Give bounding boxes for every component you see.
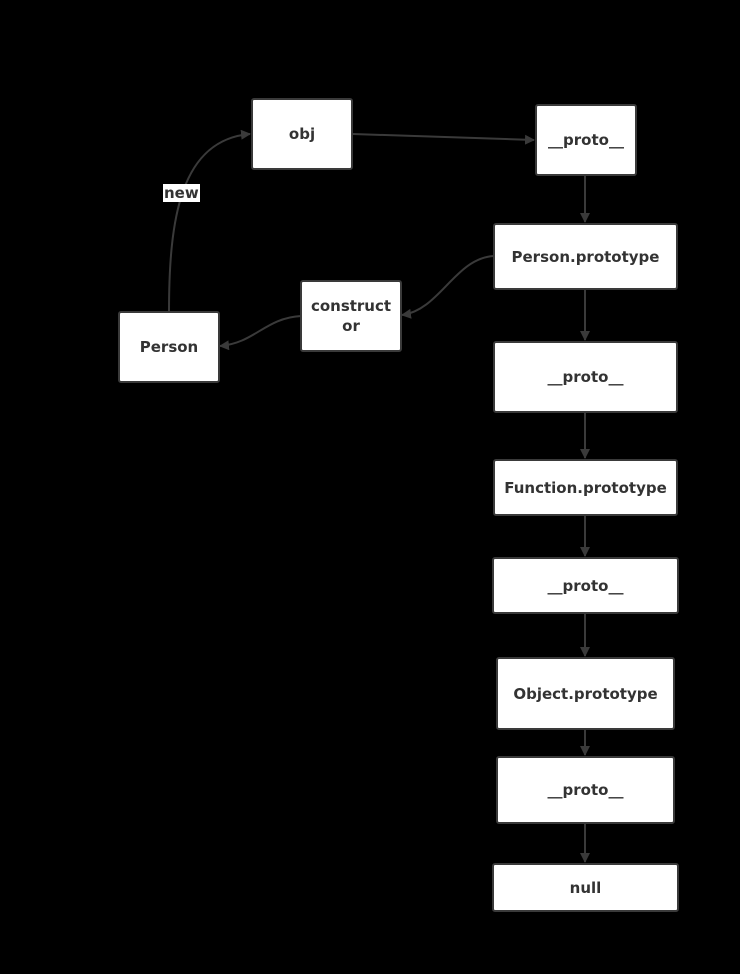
edge-person-prototype-to-constructor	[401, 255, 495, 319]
edge-person-to-obj	[168, 129, 251, 313]
node-person-prototype[interactable]: Person.prototype	[493, 223, 678, 290]
node-null-label: null	[569, 878, 602, 897]
node-person-prototype-label: Person.prototype	[511, 247, 660, 266]
node-null[interactable]: null	[492, 863, 679, 912]
node-proto-1-label: __proto__	[548, 131, 624, 149]
node-proto-3-label: __proto__	[547, 576, 624, 595]
node-object-prototype[interactable]: Object.prototype	[496, 657, 675, 730]
node-proto-2-label: __proto__	[547, 368, 624, 386]
edge-obj-to-proto1	[352, 133, 535, 145]
node-proto-4[interactable]: __proto__	[496, 756, 675, 824]
node-proto-4-label: __proto__	[547, 781, 624, 799]
node-constructor[interactable]: constructor	[300, 280, 402, 352]
node-person-label: Person	[139, 338, 199, 356]
node-function-prototype-label: Function.prototype	[504, 478, 667, 497]
node-proto-3[interactable]: __proto__	[492, 557, 679, 614]
edge-label-new: new	[163, 184, 200, 202]
node-constructor-label: constructor	[310, 297, 392, 335]
node-person[interactable]: Person	[118, 311, 220, 383]
node-proto-1[interactable]: __proto__	[535, 104, 637, 176]
node-function-prototype[interactable]: Function.prototype	[493, 459, 678, 516]
node-object-prototype-label: Object.prototype	[513, 684, 658, 703]
edge-constructor-to-person	[219, 315, 302, 351]
node-proto-2[interactable]: __proto__	[493, 341, 678, 413]
node-obj[interactable]: obj	[251, 98, 353, 170]
node-obj-label: obj	[288, 125, 316, 143]
